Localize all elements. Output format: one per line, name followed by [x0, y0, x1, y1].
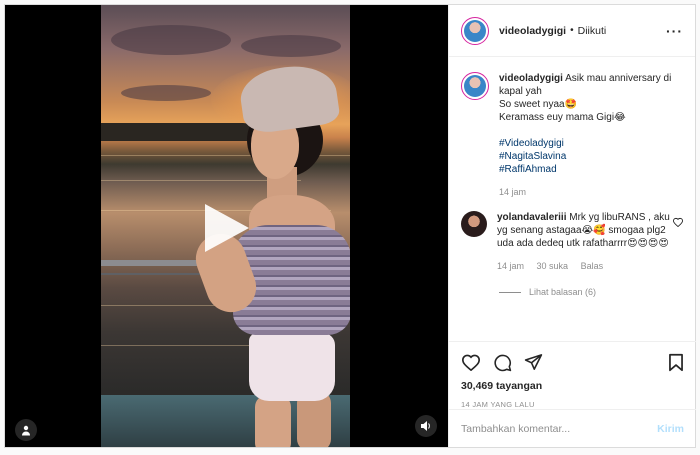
- user-tag-icon[interactable]: [15, 419, 37, 441]
- comment-time: 14 jam: [497, 261, 525, 271]
- leg: [255, 395, 291, 447]
- caption-username[interactable]: videoladygigi: [499, 73, 563, 84]
- caption-line-2: So sweet nyaa🤩: [499, 99, 578, 110]
- comment-icon[interactable]: [493, 353, 512, 372]
- share-icon[interactable]: [524, 353, 543, 371]
- comment-input[interactable]: [461, 422, 658, 435]
- post-comment-button[interactable]: Kirim: [657, 423, 684, 435]
- heart-icon[interactable]: [461, 353, 481, 371]
- post-modal: videoladygigi • Diikuti ··· videoladygig…: [4, 4, 696, 448]
- posted-time: 14 JAM YANG LALU: [461, 400, 535, 409]
- follow-status-button[interactable]: Diikuti: [578, 25, 607, 37]
- add-comment-bar: Kirim: [449, 409, 696, 447]
- view-replies-label: Lihat balasan (6): [529, 287, 597, 297]
- view-count[interactable]: 30,469 tayangan: [461, 380, 684, 392]
- hashtag-link[interactable]: #NagitaSlavina: [499, 150, 684, 163]
- caption-time: 14 jam: [499, 187, 527, 197]
- view-replies-button[interactable]: Lihat balasan (6): [499, 287, 684, 297]
- volume-icon[interactable]: [415, 415, 437, 437]
- comments-section: videoladygigi Asik mau anniversary di ka…: [449, 58, 696, 338]
- hashtag-link[interactable]: #Videoladygigi: [499, 137, 684, 150]
- reply-button[interactable]: Balas: [581, 261, 604, 271]
- comment-meta: 14 jam 30 suka Balas: [497, 260, 672, 273]
- author-username[interactable]: videoladygigi: [499, 25, 566, 37]
- separator-dot: •: [570, 25, 574, 36]
- caption-body: videoladygigi Asik mau anniversary di ka…: [499, 72, 684, 199]
- media-panel[interactable]: [5, 5, 448, 447]
- comment-likes-button[interactable]: 30 suka: [537, 261, 569, 271]
- hair-towel: [237, 60, 341, 136]
- replies-divider: [499, 291, 521, 293]
- caption-line-3: Keramass euy mama Gigi😂: [499, 112, 626, 123]
- comment: yolandavaleriii Mrk yg libuRANS , aku yg…: [461, 211, 684, 273]
- post-header: videoladygigi • Diikuti ···: [449, 5, 695, 57]
- caption-avatar[interactable]: [461, 72, 489, 100]
- hashtag-link[interactable]: #RaffiAhmad: [499, 163, 684, 176]
- commenter-avatar[interactable]: [461, 211, 487, 237]
- action-icons: [461, 350, 684, 374]
- comment-body: yolandavaleriii Mrk yg libuRANS , aku yg…: [497, 211, 672, 273]
- save-icon[interactable]: [668, 353, 684, 372]
- post-actions: 30,469 tayangan 14 JAM YANG LALU: [449, 341, 696, 409]
- heart-icon[interactable]: [672, 217, 684, 227]
- author-avatar[interactable]: [461, 16, 489, 45]
- post-sidebar: videoladygigi • Diikuti ··· videoladygig…: [448, 5, 696, 447]
- commenter-username[interactable]: yolandavaleriii: [497, 212, 566, 223]
- more-icon[interactable]: ···: [666, 23, 683, 39]
- play-icon[interactable]: [205, 204, 249, 252]
- white-shorts: [249, 333, 335, 401]
- caption: videoladygigi Asik mau anniversary di ka…: [461, 72, 684, 199]
